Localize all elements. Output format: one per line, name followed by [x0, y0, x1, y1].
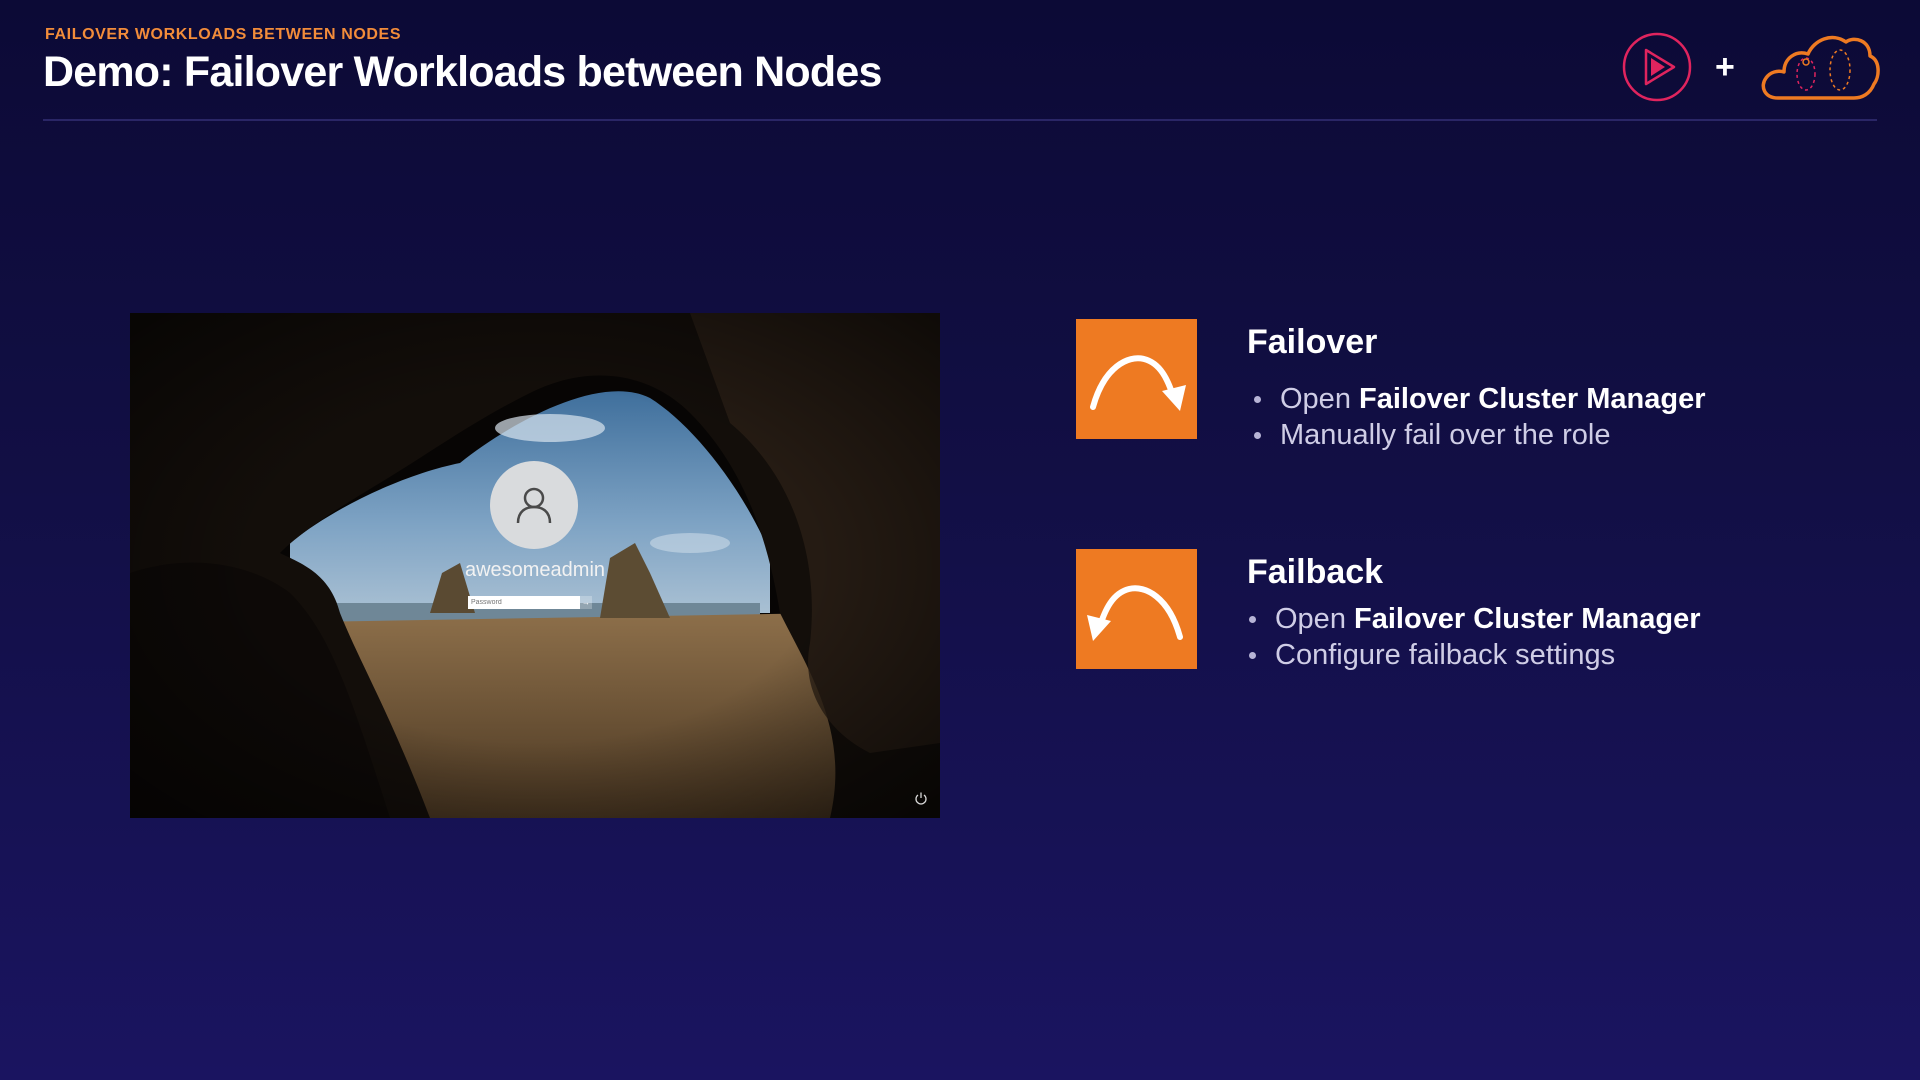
failback-steps: Open Failover Cluster Manager Configure …: [1247, 601, 1701, 673]
pluralsight-logo-icon: [1622, 32, 1692, 102]
failover-heading: Failover: [1247, 323, 1378, 361]
arrow-right-icon[interactable]: →: [580, 596, 592, 609]
user-icon: [516, 487, 552, 524]
list-item: Manually fail over the role: [1252, 417, 1706, 453]
list-item: Configure failback settings: [1247, 637, 1701, 673]
login-username: awesomeadmin: [464, 559, 606, 581]
password-row: →: [468, 596, 592, 609]
login-screenshot: awesomeadmin →: [130, 313, 940, 818]
cloud-logo-icon: [1761, 35, 1880, 100]
list-item: Open Failover Cluster Manager: [1247, 601, 1701, 637]
page-title: Demo: Failover Workloads between Nodes: [43, 48, 882, 96]
failover-tile: [1076, 319, 1197, 439]
failback-tile: [1076, 549, 1197, 669]
plus-sign: +: [1715, 48, 1735, 86]
password-field[interactable]: [468, 596, 580, 609]
arrow-curve-left-icon: [1087, 585, 1183, 641]
arrow-curve-right-icon: [1090, 355, 1186, 411]
section-kicker: FAILOVER WORKLOADS BETWEEN NODES: [45, 26, 402, 43]
header-divider: [43, 119, 1877, 121]
list-item: Open Failover Cluster Manager: [1252, 381, 1706, 417]
user-avatar: [490, 461, 578, 549]
failback-heading: Failback: [1247, 553, 1384, 591]
failover-steps: Open Failover Cluster Manager Manually f…: [1252, 381, 1706, 453]
power-icon[interactable]: [914, 791, 928, 805]
